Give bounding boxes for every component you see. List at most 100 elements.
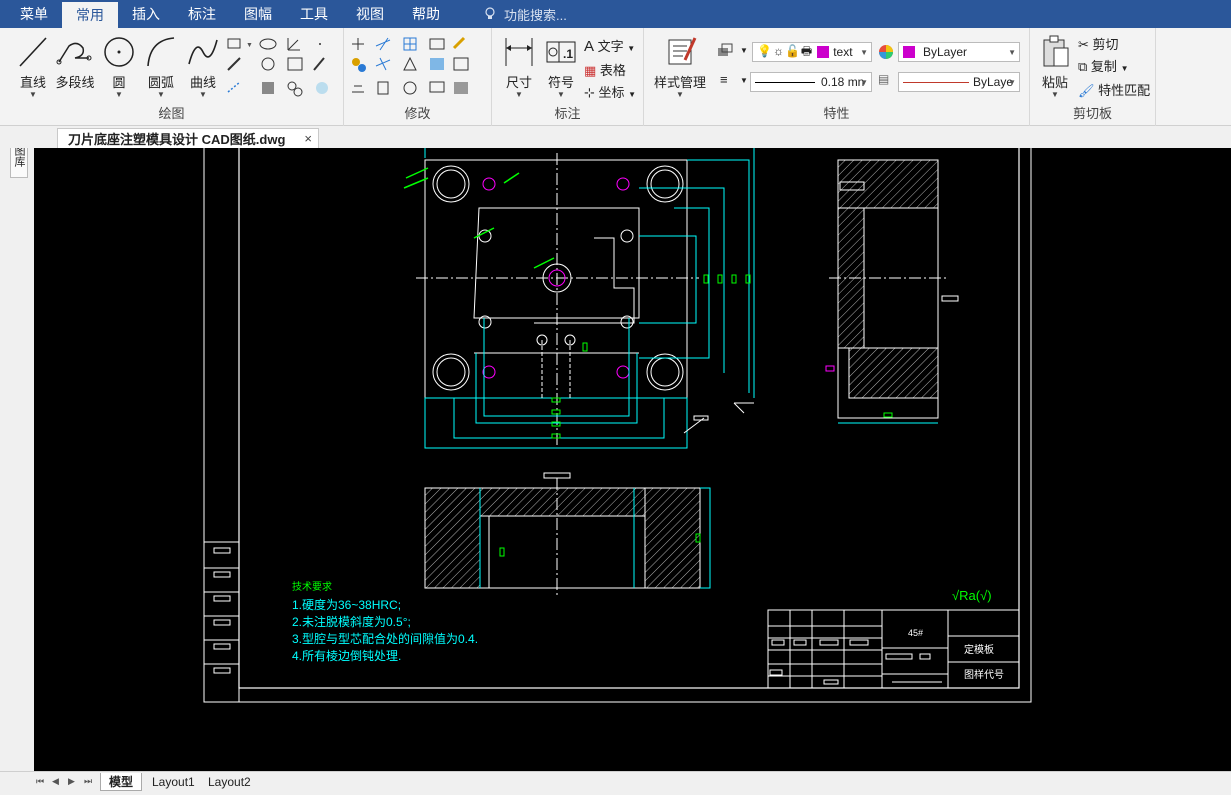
- dimension-label: 尺寸: [505, 75, 532, 90]
- menu-main[interactable]: 菜单: [6, 0, 62, 28]
- title-block-drawing-no: 图样代号: [964, 668, 1004, 681]
- lineweight-combo[interactable]: 0.18 mn ▼: [750, 72, 872, 92]
- clipboard-icon: [1043, 35, 1069, 67]
- group-draw: 直线 ▼ 多段线 圆 ▼ 圆弧 ▼ 曲线 ▼ ▼ 绘图: [0, 28, 344, 126]
- tab-layout1[interactable]: Layout1: [144, 773, 203, 791]
- menu-annotate[interactable]: 标注: [174, 0, 230, 28]
- last-layout-icon[interactable]: ⏭: [84, 776, 92, 787]
- coordinate-label: 坐标: [598, 85, 625, 100]
- color-value: ByLayer: [923, 45, 968, 59]
- menu-tools[interactable]: 工具: [286, 0, 342, 28]
- tab-layout2[interactable]: Layout2: [200, 773, 259, 791]
- arc-icon: [147, 37, 175, 67]
- scissors-icon: ✂: [1078, 37, 1089, 52]
- spline-icon: [188, 39, 218, 65]
- dimension-icon: [505, 38, 533, 66]
- layer-combo[interactable]: 💡☼🔓🖶 text ▼: [752, 42, 872, 62]
- svg-text:▼: ▼: [246, 42, 253, 49]
- arc-button[interactable]: 圆弧 ▼: [144, 34, 178, 99]
- color-combo[interactable]: ByLayer ▼: [898, 42, 1020, 62]
- color-swatch: [903, 46, 915, 58]
- draw-group-label: 绘图: [158, 106, 185, 121]
- layer-manager-icon[interactable]: [716, 42, 738, 60]
- linetype-combo[interactable]: ByLaye ▼: [898, 72, 1020, 92]
- side-section-view: [825, 159, 959, 424]
- circle-button[interactable]: 圆 ▼: [102, 34, 136, 99]
- coordinate-icon: ⊹: [584, 85, 595, 100]
- match-properties-button[interactable]: 🖌 特性匹配: [1078, 80, 1150, 102]
- table-button[interactable]: ▦ 表格: [584, 60, 636, 82]
- tech-requirements: 技术要求 1.硬度为36~38HRC; 2.未注脱模斜度为0.5°; 3.型腔与…: [292, 580, 478, 663]
- spline-label: 曲线: [189, 75, 216, 90]
- tech-req-line-4: 4.所有棱边倒钝处理.: [292, 648, 401, 663]
- close-icon[interactable]: ×: [304, 131, 312, 146]
- lineweight-value: 0.18 mn: [821, 75, 865, 89]
- line-icon: [19, 37, 47, 67]
- brush-icon: 🖌: [1078, 83, 1095, 98]
- modify-tools[interactable]: [350, 36, 488, 102]
- paste-button[interactable]: 粘贴 ▼: [1038, 34, 1072, 99]
- style-manager-icon: [668, 37, 697, 65]
- table-icon: ▦: [584, 63, 597, 78]
- tab-model[interactable]: 模型: [100, 773, 143, 791]
- menu-insert[interactable]: 插入: [118, 0, 174, 28]
- margin-marks: [204, 541, 239, 674]
- group-annotate: 尺寸 ▼ .1 符号 ▼ A 文字 ▼ ▦ 表格 ⊹ 坐标 ▼ 标注: [492, 28, 644, 126]
- left-panel-strip: 图库: [0, 126, 34, 771]
- feature-search[interactable]: 功能搜索...: [484, 5, 567, 24]
- polyline-label: 多段线: [55, 75, 95, 90]
- cut-button[interactable]: ✂ 剪切: [1078, 34, 1150, 56]
- polyline-icon: [56, 42, 92, 65]
- drawing-canvas[interactable]: 技术要求 1.硬度为36~38HRC; 2.未注脱模斜度为0.5°; 3.型腔与…: [34, 148, 1231, 771]
- title-block-part-name: 定模板: [964, 643, 994, 656]
- modify-group-label: 修改: [404, 106, 431, 121]
- prev-layout-icon[interactable]: ◀: [52, 776, 59, 787]
- plan-view: [403, 148, 755, 449]
- polyline-button[interactable]: 多段线: [55, 34, 95, 91]
- symbol-button[interactable]: .1 符号 ▼: [544, 34, 578, 99]
- copy-label: 复制: [1090, 59, 1117, 74]
- next-layout-icon[interactable]: ▶: [68, 776, 75, 787]
- tech-req-line-1: 1.硬度为36~38HRC;: [292, 597, 401, 612]
- svg-text:.1: .1: [563, 47, 573, 61]
- properties-group-label: 特性: [823, 106, 850, 121]
- linetype-icon: ▤: [878, 72, 890, 86]
- text-label: 文字: [597, 39, 624, 54]
- cut-label: 剪切: [1092, 37, 1119, 52]
- circle-label: 圆: [112, 75, 126, 90]
- document-tab[interactable]: 刀片底座注塑模具设计 CAD图纸.dwg ×: [57, 128, 319, 148]
- menu-home[interactable]: 常用: [62, 2, 118, 28]
- spline-button[interactable]: 曲线 ▼: [186, 34, 220, 99]
- group-clipboard: 粘贴 ▼ ✂ 剪切 ⧉ 复制 ▼ 🖌 特性匹配 剪切板: [1030, 28, 1156, 126]
- group-properties: 样式管理 ▼ ▼ 💡☼🔓🖶 text ▼ ByLayer ▼ ≡ ▼ 0.18 …: [644, 28, 1030, 126]
- roughness-symbol: √Ra(√): [952, 588, 992, 603]
- paste-label: 粘贴: [1041, 75, 1068, 90]
- symbol-icon: .1: [546, 41, 576, 63]
- style-manager-button[interactable]: 样式管理 ▼: [654, 34, 706, 99]
- document-tab-bar: 刀片底座注塑模具设计 CAD图纸.dwg ×: [0, 126, 1231, 148]
- menu-help[interactable]: 帮助: [398, 0, 454, 28]
- circle-icon: [104, 37, 134, 67]
- clipboard-group-label: 剪切板: [1072, 106, 1112, 121]
- copy-button[interactable]: ⧉ 复制 ▼: [1078, 56, 1150, 80]
- menu-bar: 菜单 常用 插入 标注 图幅 工具 视图 帮助 功能搜索...: [0, 0, 1231, 28]
- title-block-material: 45#: [908, 628, 923, 638]
- cad-drawing: 技术要求 1.硬度为36~38HRC; 2.未注脱模斜度为0.5°; 3.型腔与…: [203, 148, 1032, 703]
- dimension-button[interactable]: 尺寸 ▼: [502, 34, 536, 99]
- match-properties-label: 特性匹配: [1098, 83, 1151, 98]
- color-wheel-icon[interactable]: [878, 44, 894, 60]
- layer-state-icons: 💡☼🔓🖶: [757, 43, 814, 58]
- tech-req-line-2: 2.未注脱模斜度为0.5°;: [292, 614, 411, 629]
- group-modify: 修改: [344, 28, 492, 126]
- line-label: 直线: [19, 75, 46, 90]
- menu-view[interactable]: 视图: [342, 0, 398, 28]
- linetype-value: ByLaye: [973, 75, 1014, 89]
- table-label: 表格: [599, 63, 626, 78]
- first-layout-icon[interactable]: ⏮: [36, 776, 44, 787]
- tech-req-title: 技术要求: [292, 580, 332, 593]
- layer-color-swatch: [817, 46, 830, 58]
- text-button[interactable]: A 文字 ▼: [584, 36, 636, 60]
- draw-small-tools[interactable]: ▼: [226, 36, 336, 102]
- line-button[interactable]: 直线 ▼: [16, 34, 50, 99]
- menu-sheet[interactable]: 图幅: [230, 0, 286, 28]
